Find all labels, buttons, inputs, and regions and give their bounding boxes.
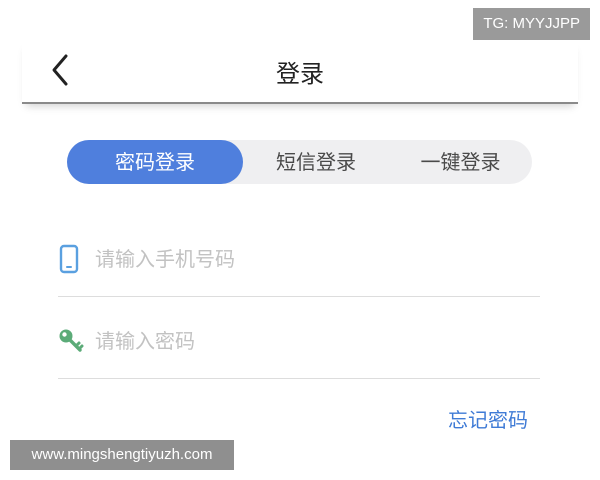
tab-sms-login[interactable]: 短信登录	[243, 140, 389, 184]
key-icon	[58, 326, 84, 356]
login-method-tabs: 密码登录 短信登录 一键登录	[67, 140, 532, 184]
tab-one-click-login[interactable]: 一键登录	[389, 140, 532, 184]
password-input[interactable]	[95, 324, 525, 358]
login-screen: TG: MYYJJPP 登录 密码登录 短信登录 一键登录 请输入手机号码 忘记…	[0, 0, 600, 480]
header-bar: 登录	[22, 40, 578, 104]
page-title: 登录	[276, 60, 324, 88]
phone-field	[58, 226, 540, 297]
forgot-password-link[interactable]: 忘记密码	[448, 404, 528, 433]
watermark-bottom: www.mingshengtiyuzh.com	[10, 440, 234, 470]
watermark-top: TG: MYYJJPP	[473, 8, 590, 40]
password-field	[58, 308, 540, 379]
tab-password-login[interactable]: 密码登录	[67, 140, 243, 184]
phone-input[interactable]	[95, 242, 525, 276]
phone-icon	[58, 244, 80, 274]
